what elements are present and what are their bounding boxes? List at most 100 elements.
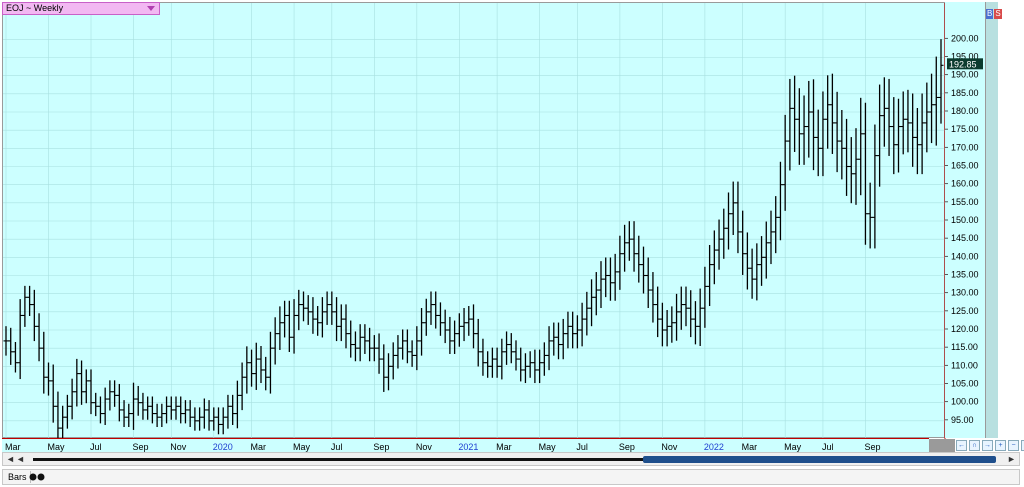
ohlc-bar (494, 347, 500, 378)
ohlc-bar (678, 286, 684, 330)
ohlc-bar (740, 210, 746, 275)
ohlc-bar (277, 306, 283, 350)
buy-sell-badge[interactable]: B S (986, 9, 1002, 19)
chart-window: 95.00 100.00 105.00 110.00 115.00 120.00 125.0… (0, 0, 1024, 487)
ohlc-bar (88, 369, 94, 415)
x-tick-label: 2020 (213, 442, 233, 452)
bars-label: Bars (5, 471, 31, 483)
last-price-label: 192.85 (949, 59, 977, 69)
ohlc-bar (702, 266, 708, 328)
y-tick-label: 120.00 (951, 324, 979, 334)
ohlc-bar (839, 110, 845, 180)
ohlc-bar (291, 299, 297, 354)
ohlc-bar (626, 221, 632, 261)
toggle-icon[interactable] (29, 473, 45, 481)
x-tick-label: Nov (170, 442, 187, 452)
ohlc-bar (796, 88, 802, 165)
y-tick-label: 185.00 (951, 88, 979, 98)
x-tick-label: Mar (496, 442, 512, 452)
ohlc-bar (315, 306, 321, 336)
ohlc-bar (164, 396, 170, 424)
scroll-right-arrow[interactable]: ► (1007, 454, 1016, 465)
ohlc-bar (83, 369, 89, 404)
x-tick-label: Sep (373, 442, 389, 452)
ohlc-bar (121, 400, 127, 428)
ohlc-bar (97, 396, 103, 424)
y-tick-label: 145.00 (951, 233, 979, 243)
y-tick-label: 115.00 (951, 342, 978, 352)
scroll-left-arrow-2[interactable]: ◄ (16, 454, 25, 465)
ohlc-bar (622, 224, 628, 272)
ohlc-bar (433, 291, 439, 329)
ohlc-bar (131, 382, 136, 430)
ohlc-bar (607, 257, 613, 301)
chart-nav-buttons: ← ∩ → + − ⇔ (956, 440, 1024, 451)
ohlc-bar (324, 291, 330, 325)
ohlc-bar (735, 181, 741, 254)
ohlc-bar (404, 329, 410, 364)
ohlc-bar (305, 295, 311, 325)
x-tick-label: Mar (742, 442, 758, 452)
ohlc-bar (395, 335, 401, 369)
y-tick-label: 105.00 (951, 379, 979, 389)
ohlc-bar (8, 327, 14, 365)
x-tick-label: Sep (864, 442, 880, 452)
status-bar: Bars (2, 469, 1020, 485)
zoom-fit-button[interactable]: ∩ (969, 440, 980, 451)
ohlc-bar (475, 318, 481, 367)
zoom-out-button[interactable]: − (1008, 440, 1019, 451)
ohlc-bar (343, 304, 349, 349)
ohlc-bar (310, 297, 316, 334)
ohlc-bar (659, 302, 665, 347)
ohlc-bar (428, 291, 434, 325)
ohlc-bar (282, 300, 288, 338)
ohlc-bar (929, 73, 935, 144)
scroll-left-arrow[interactable]: ◄ (6, 454, 15, 465)
zoom-in-button[interactable]: + (995, 440, 1006, 451)
ohlc-bar (730, 181, 736, 235)
y-tick-label: 130.00 (951, 288, 979, 298)
y-tick-label: 170.00 (951, 142, 979, 152)
x-tick-label: May (784, 442, 802, 452)
scroll-thumb[interactable] (643, 456, 996, 463)
ohlc-bar (754, 243, 760, 301)
ohlc-bar (419, 308, 425, 356)
ohlc-bar (811, 79, 816, 171)
ohlc-bar (244, 346, 250, 394)
symbol-selector[interactable]: EOJ ~ Weekly (2, 2, 160, 15)
y-tick-label: 100.00 (951, 397, 979, 407)
ohlc-bar (584, 291, 590, 336)
ohlc-bar (367, 327, 373, 362)
y-tick-label: 95.00 (951, 415, 974, 425)
ohlc-bar (513, 340, 519, 371)
ohlc-bar (400, 329, 406, 360)
ohlc-bar (877, 84, 883, 187)
buy-label[interactable]: B (986, 9, 994, 19)
scroll-right-button[interactable]: → (982, 440, 993, 451)
ohlc-bar (60, 405, 66, 440)
ohlc-bar (914, 108, 920, 175)
y-tick-label: 150.00 (951, 215, 979, 225)
sell-label[interactable]: S (994, 9, 1002, 19)
chevron-down-icon[interactable] (147, 6, 155, 11)
price-chart[interactable] (2, 2, 946, 443)
ohlc-bar (338, 304, 344, 342)
ohlc-bar (872, 124, 878, 249)
ohlc-bar (900, 91, 906, 155)
ohlc-bar (933, 56, 939, 146)
ohlc-bar (924, 82, 930, 153)
ohlc-bar (381, 344, 387, 392)
ohlc-bar (154, 403, 160, 428)
ohlc-bar (589, 279, 595, 327)
horizontal-scrollbar[interactable]: ◄ ◄ ► (2, 452, 1020, 466)
x-tick-label: Nov (416, 442, 433, 452)
ohlc-bar (834, 91, 840, 173)
ohlc-bar (664, 310, 670, 347)
date-axis-svg: Mar May Jul Sep Nov 2020 Mar May Jul Sep Nov 2021 Ma… (5, 442, 880, 452)
ohlc-bar (192, 407, 198, 431)
ohlc-bar (46, 362, 51, 396)
ohlc-bar (858, 97, 864, 196)
ohlc-bar (168, 396, 174, 420)
ohlc-bar (541, 342, 547, 376)
scroll-left-button[interactable]: ← (956, 440, 967, 451)
